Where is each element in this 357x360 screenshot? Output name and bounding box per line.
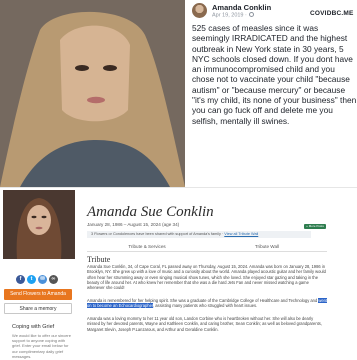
send-flowers-button[interactable]: Send Flowers to Amanda [4, 289, 72, 300]
tribute-text: Amanda is remembered for her helping spi… [87, 298, 319, 303]
share-icons: f t ✉ ∞ [16, 275, 58, 285]
author-avatar[interactable] [192, 3, 207, 18]
view-tribute-wall-link[interactable]: View all Tribute Wall [224, 232, 258, 236]
tribute-heading: Tribute [87, 255, 111, 264]
obituary-photo [3, 190, 75, 259]
grief-title: Coping with Grief [12, 324, 55, 330]
post-author-name[interactable]: Amanda Conklin [212, 3, 271, 12]
facebook-post: Amanda Conklin Apr 19, 2019 · COVIDBC.ME… [0, 0, 357, 187]
link-icon[interactable]: ∞ [49, 275, 58, 284]
more-posts-button[interactable]: + More Posts [304, 224, 326, 229]
tab-tribute-services[interactable]: Tribute & Services [87, 242, 207, 251]
tab-tribute-wall[interactable]: Tribute Wall [207, 242, 327, 251]
tribute-paragraph: Amanda was a loving mommy to her 11 year… [87, 316, 322, 332]
post-photo [0, 0, 185, 187]
obituary-tabs: Tribute & Services Tribute Wall [87, 242, 327, 252]
share-memory-button[interactable]: Share a memory [4, 303, 72, 314]
email-icon[interactable]: ✉ [38, 275, 47, 284]
tribute-paragraph: Amanda is remembered for her helping spi… [87, 298, 328, 309]
post-content: Amanda Conklin Apr 19, 2019 · COVIDBC.ME… [188, 0, 357, 187]
post-date[interactable]: Apr 19, 2019 · [212, 12, 255, 19]
globe-icon [249, 12, 255, 17]
facebook-icon[interactable]: f [16, 275, 25, 284]
obituary-sidebar: f t ✉ ∞ Send Flowers to Amanda Share a memo… [0, 188, 78, 360]
post-date-text: Apr 19, 2019 · [212, 12, 247, 19]
life-dates: January 28, 1986 – August 15, 2024 (age … [87, 222, 180, 227]
watermark: COVIDBC.ME [310, 10, 354, 17]
grief-text: We would like to offer our sincere suppo… [12, 333, 71, 359]
obituary-page: f t ✉ ∞ Send Flowers to Amanda Share a memo… [0, 187, 357, 360]
twitter-icon[interactable]: t [27, 275, 36, 284]
post-body-text: 525 cases of measles since it was seemin… [192, 23, 357, 126]
tribute-paragraph: Amanda Sue Conklin, 34, of Cape Coral, F… [87, 264, 326, 290]
obituary-main: Amanda Sue Conklin January 28, 1986 – Au… [80, 188, 357, 360]
tribute-text: , assisting many patients who struggled … [153, 303, 258, 309]
condolence-text: 3 Flowers or Condolences have been share… [91, 232, 224, 236]
condolence-notice: 3 Flowers or Condolences have been share… [87, 231, 311, 238]
deceased-name: Amanda Sue Conklin [87, 204, 214, 220]
